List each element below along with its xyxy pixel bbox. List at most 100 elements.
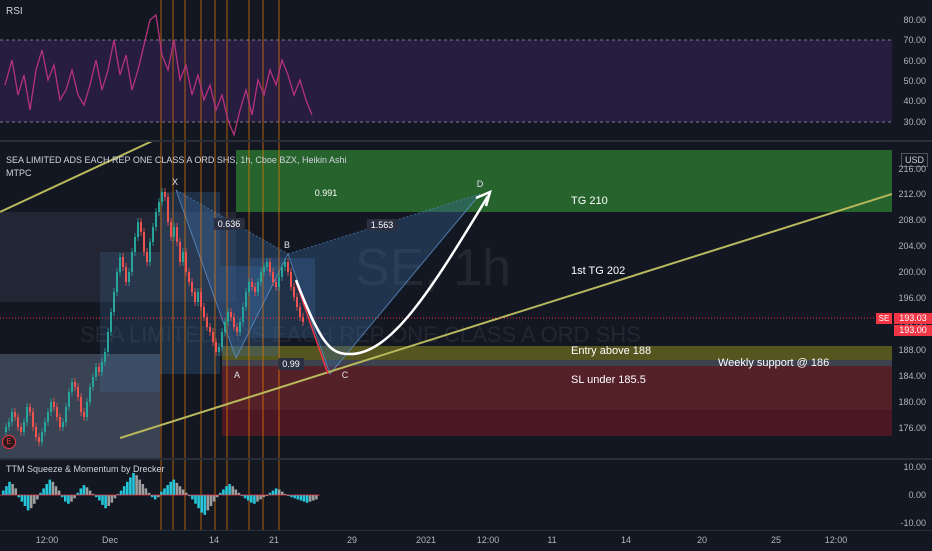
candle-body — [113, 292, 115, 312]
point-x: X — [171, 177, 179, 187]
candle-body — [176, 227, 178, 242]
candle-body — [20, 427, 22, 432]
candle-body — [167, 197, 169, 222]
candle-body — [281, 267, 283, 277]
ttm-axis[interactable]: 10.00 0.00 -10.00 — [892, 460, 932, 530]
ttm-bar — [20, 495, 24, 502]
rsi-label: RSI — [6, 6, 23, 17]
candle-body — [62, 422, 64, 427]
rsi-axis-label: 50.00 — [903, 76, 926, 86]
ttm-bar — [126, 481, 129, 495]
ttm-bar — [45, 484, 48, 495]
price-axis-label: 208.00 — [898, 215, 926, 225]
candle-body — [17, 417, 19, 427]
ttm-bar — [88, 490, 92, 495]
time-label: 21 — [268, 535, 280, 545]
point-a: A — [233, 370, 241, 380]
candle-body — [161, 192, 163, 202]
main-chart-pane[interactable]: SE, 1h SEA LIMITED ADS EACH REP ONE CLAS… — [0, 142, 892, 458]
ttm-bar — [110, 495, 114, 503]
rsi-axis-label: 80.00 — [903, 15, 926, 25]
time-label: 14 — [620, 535, 632, 545]
time-axis[interactable]: 12:00 Dec 14 21 29 2021 12:00 11 14 20 2… — [0, 530, 932, 551]
candle-body — [89, 387, 91, 402]
candle-body — [14, 412, 16, 417]
ttm-bar — [222, 489, 225, 495]
rsi-band — [0, 0, 892, 140]
ttm-bar — [253, 495, 256, 504]
candle-body — [128, 272, 130, 282]
candle-body — [74, 382, 76, 387]
ttm-bar — [132, 473, 135, 495]
time-label: 2021 — [415, 535, 437, 545]
ttm-bar — [209, 495, 213, 506]
ttm-bar — [144, 488, 148, 495]
candle-body — [230, 312, 232, 317]
candle-body — [86, 402, 88, 417]
candle-body — [185, 252, 187, 272]
candle-body — [119, 257, 121, 272]
candle-body — [137, 222, 139, 237]
ttm-axis-label: 10.00 — [903, 462, 926, 472]
candle-body — [227, 312, 229, 322]
candle-body — [143, 232, 145, 252]
candle-body — [104, 352, 106, 362]
ttm-bar — [163, 488, 166, 495]
candle-body — [266, 262, 268, 267]
rsi-price-axis[interactable]: 80.00 70.00 60.00 50.00 40.00 30.00 — [892, 0, 932, 140]
ttm-bar — [172, 479, 176, 495]
ttm-bar — [5, 486, 8, 495]
ttm-bar — [141, 484, 145, 495]
entry-label: Entry above 188 — [571, 345, 652, 357]
candle-body — [107, 332, 109, 352]
ttm-bar — [42, 488, 45, 495]
candle-body — [164, 192, 166, 197]
price-axis-label: 176.00 — [898, 423, 926, 433]
candle-body — [179, 242, 181, 262]
ttm-bar — [315, 495, 318, 500]
candle-body — [275, 282, 277, 287]
price-axis-label: 200.00 — [898, 267, 926, 277]
candle-body — [224, 322, 226, 332]
point-b: B — [283, 240, 291, 250]
ttm-bar — [234, 489, 238, 495]
ttm-bar — [277, 489, 281, 495]
candle-body — [11, 412, 13, 422]
candle-body — [269, 262, 271, 272]
candle-body — [125, 267, 127, 282]
candle-body — [188, 272, 190, 282]
ttm-bar — [113, 495, 117, 499]
time-label: 12:00 — [35, 535, 59, 545]
ttm-bar — [305, 495, 309, 503]
ttm-bar — [259, 495, 262, 500]
candle-body — [203, 307, 205, 317]
candle-body — [35, 427, 37, 437]
candle-body — [98, 367, 100, 372]
candle-body — [194, 292, 196, 302]
main-price-axis[interactable]: USD 216.00 212.00 208.00 204.00 200.00 1… — [892, 142, 932, 458]
ttm-bar — [178, 486, 182, 495]
rsi-axis-label: 40.00 — [903, 96, 926, 106]
ratio-bcd: 1.563 — [366, 219, 398, 231]
event-marker-label: E — [6, 437, 12, 446]
ttm-bar — [181, 489, 185, 495]
candle-body — [29, 407, 31, 412]
candle-body — [23, 422, 25, 432]
candle-body — [5, 427, 7, 432]
time-label: 25 — [770, 535, 782, 545]
ttm-bar — [23, 495, 27, 506]
candle-body — [212, 332, 214, 342]
candle-body — [152, 227, 154, 242]
rsi-pane[interactable]: RSI — [0, 0, 892, 140]
ttm-pane[interactable]: TTM Squeeze & Momentum by Drecker — [0, 460, 892, 530]
event-marker[interactable]: E — [2, 435, 16, 449]
candle-body — [197, 292, 199, 302]
candle-body — [287, 262, 289, 272]
candle-body — [170, 222, 172, 237]
ttm-bar — [225, 486, 228, 495]
candle-body — [149, 242, 151, 262]
ttm-bar — [296, 495, 300, 500]
candle-body — [245, 292, 247, 307]
ttm-bar — [67, 495, 70, 504]
candle-body — [236, 327, 238, 332]
